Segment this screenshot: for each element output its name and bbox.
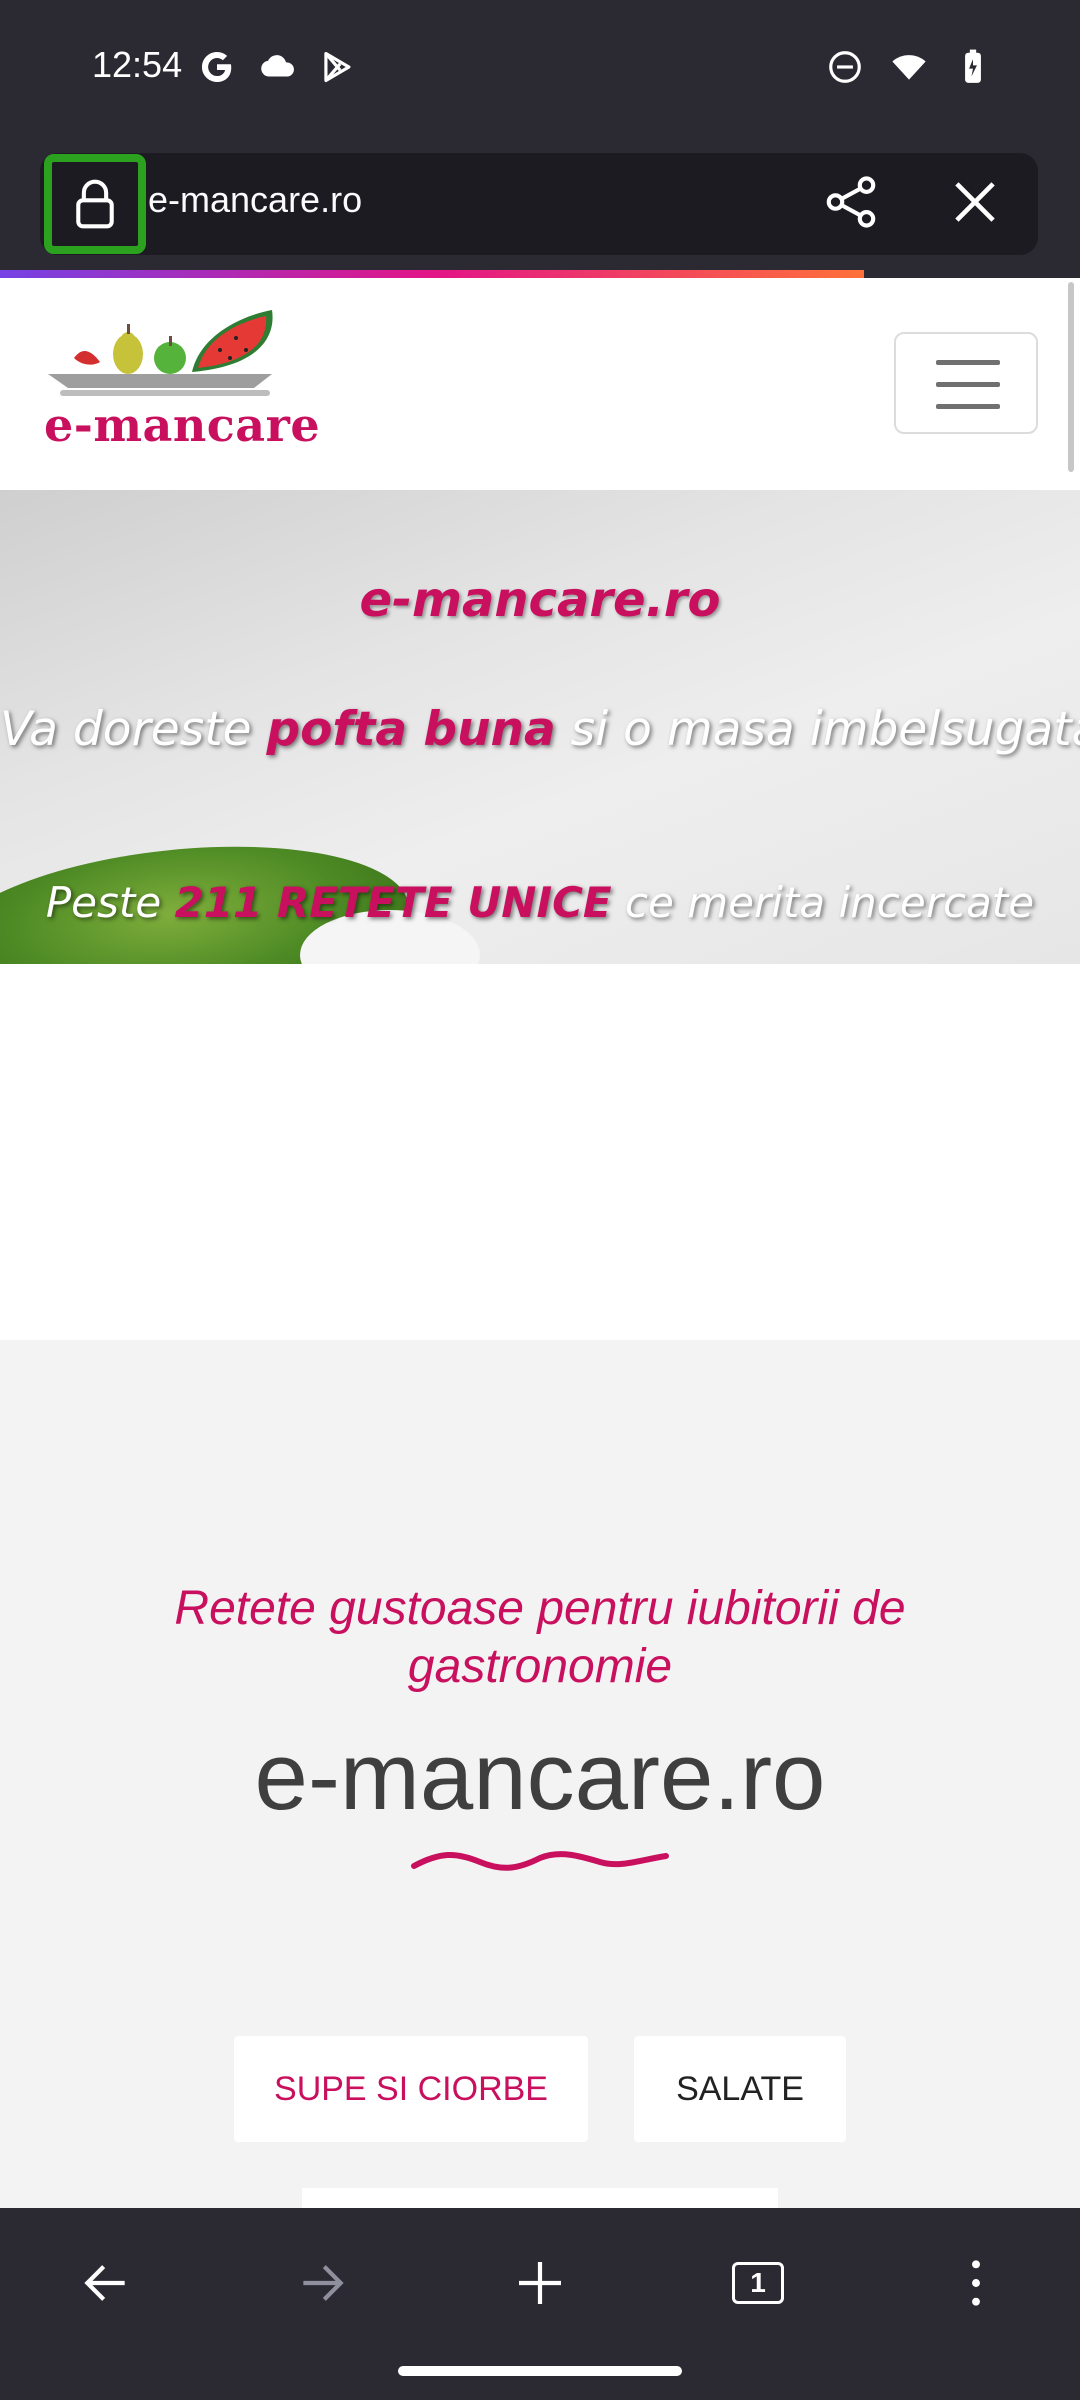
hero-site-name: e-mancare.ro	[359, 572, 721, 628]
new-tab-plus-icon[interactable]	[500, 2248, 580, 2318]
gesture-nav-bar[interactable]	[398, 2366, 682, 2376]
cloud-icon	[261, 55, 294, 77]
close-icon[interactable]	[944, 171, 1006, 233]
category-button-salads[interactable]: SALATE	[634, 2036, 846, 2142]
logo-text[interactable]: e-mancare	[44, 398, 320, 452]
do-not-disturb-icon	[829, 51, 861, 83]
hero-greeting: Va doreste pofta buna si o masa imbelsug…	[0, 702, 1080, 757]
hero-greeting-highlight: pofta buna	[266, 702, 556, 757]
lock-icon[interactable]	[44, 154, 146, 254]
hero-greeting-text: Va doreste	[0, 702, 267, 757]
section-tagline: Retete gustoase pentru iubitorii de gast…	[174, 1582, 906, 1693]
hero-banner: e-mancare.ro Va doreste pofta buna si o …	[0, 490, 1080, 964]
google-icon	[201, 51, 232, 83]
content-spacer	[0, 964, 1080, 1340]
site-header: e-mancare	[0, 278, 1080, 490]
menu-line	[936, 404, 1000, 409]
hero-count-text: ce merita incercate	[611, 878, 1035, 927]
category-button-partial[interactable]	[302, 2188, 778, 2208]
page-scrollbar[interactable]	[1068, 282, 1074, 472]
more-menu-icon[interactable]	[936, 2248, 1016, 2318]
hamburger-menu-button[interactable]	[894, 332, 1038, 434]
menu-line	[936, 382, 1000, 387]
logo-graphic	[48, 310, 273, 396]
browser-toolbar: e-mancare.ro	[0, 135, 1080, 270]
status-right-icons	[826, 48, 992, 86]
hero-greeting-text: si o masa imbelsugata	[555, 702, 1080, 757]
back-arrow-icon[interactable]	[66, 2248, 146, 2318]
url-text[interactable]: e-mancare.ro	[148, 179, 362, 221]
page-load-progress	[0, 270, 864, 278]
status-left-icons	[198, 48, 356, 86]
share-icon[interactable]	[820, 171, 882, 233]
section-title: e-mancare.ro	[254, 1723, 826, 1830]
hero-count-text: Peste	[45, 878, 175, 927]
decorative-squiggle	[411, 1851, 669, 1871]
hero-count-highlight: 211 RETETE UNICE	[174, 878, 612, 927]
status-time: 12:54	[92, 44, 183, 85]
play-store-icon	[324, 51, 351, 83]
tabs-button[interactable]: 1	[718, 2248, 798, 2318]
battery-icon	[965, 49, 981, 83]
tabs-counter-icon: 1	[732, 2262, 784, 2304]
menu-line	[936, 360, 1000, 365]
forward-arrow-icon[interactable]	[282, 2248, 362, 2318]
hero-recipe-count: Peste 211 RETETE UNICE ce merita incerca…	[0, 878, 1080, 927]
tab-count: 1	[750, 2267, 766, 2298]
status-bar: 12:54	[0, 0, 1080, 135]
category-button-soups[interactable]: SUPE SI CIORBE	[234, 2036, 588, 2142]
wifi-icon	[892, 55, 926, 80]
